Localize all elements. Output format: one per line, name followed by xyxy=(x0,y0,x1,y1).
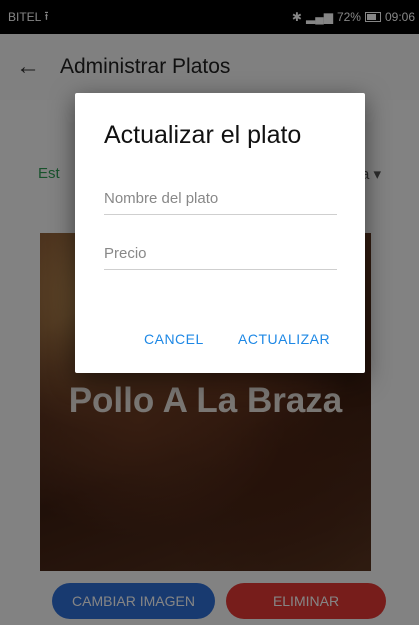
update-dish-dialog: Actualizar el plato Nombre del plato Pre… xyxy=(75,93,365,373)
dish-name-input[interactable]: Nombre del plato xyxy=(104,184,337,215)
update-button[interactable]: ACTUALIZAR xyxy=(238,331,330,347)
price-input[interactable]: Precio xyxy=(104,239,337,270)
dialog-title: Actualizar el plato xyxy=(104,121,302,149)
cancel-button[interactable]: CANCEL xyxy=(144,331,204,347)
